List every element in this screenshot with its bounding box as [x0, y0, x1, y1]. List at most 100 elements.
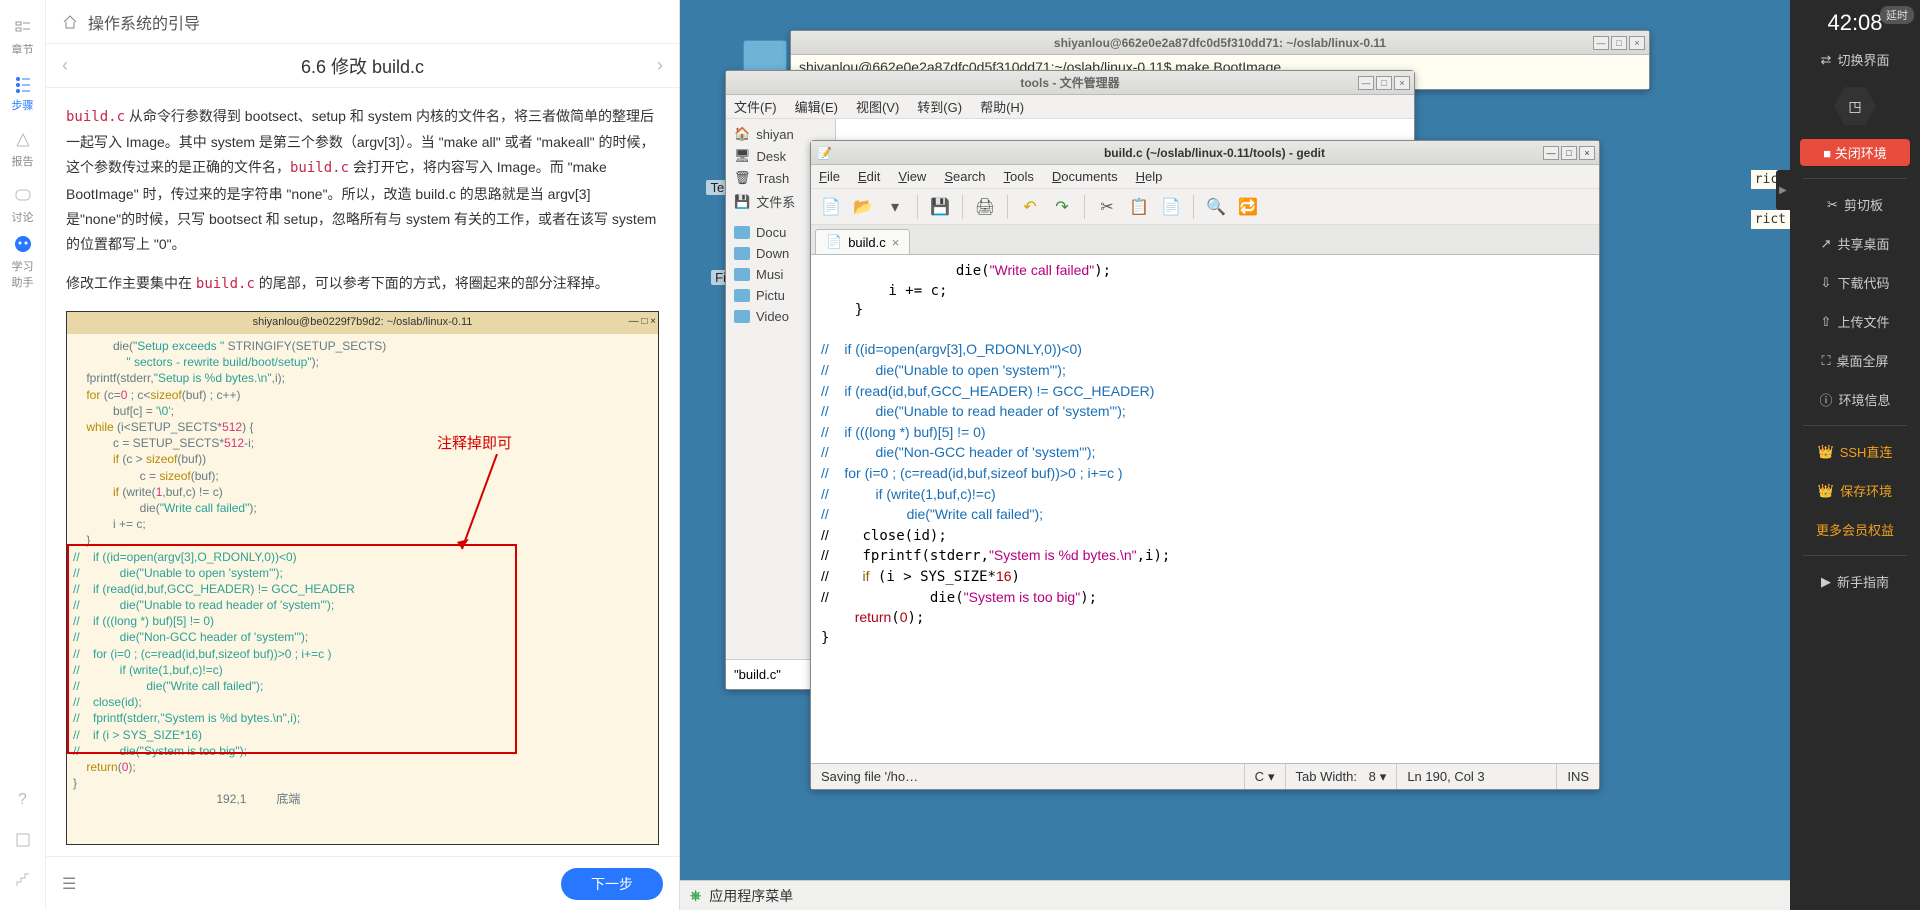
max-icon[interactable]: □: [1561, 146, 1577, 160]
share-button[interactable]: ↗ 共享桌面: [1790, 224, 1920, 263]
gedit-window[interactable]: 📝 build.c (~/oslab/linux-0.11/tools) - g…: [810, 140, 1600, 790]
close-icon[interactable]: ×: [1394, 76, 1410, 90]
more-vip[interactable]: 更多会员权益: [1790, 510, 1920, 549]
doc-para2: 修改工作主要集中在 build.c 的尾部，可以参考下面的方式，将圈起来的部分注…: [66, 271, 659, 297]
max-icon[interactable]: □: [1611, 36, 1627, 50]
replace-icon[interactable]: 🔁: [1234, 193, 1262, 221]
menu-help[interactable]: 帮助(H): [980, 97, 1024, 116]
code-screenshot: shiyanlou@be0229f7b9d2: ~/oslab/linux-0.…: [66, 311, 659, 845]
close-env-button[interactable]: ■ 关闭环境: [1800, 139, 1910, 166]
cut-icon[interactable]: ✂: [1093, 193, 1121, 221]
gedit-menubar: File Edit View Search Tools Documents He…: [811, 165, 1599, 189]
taskbar[interactable]: ⎈ 应用程序菜单: [680, 880, 1790, 910]
nav-chapter[interactable]: 章节: [0, 10, 46, 66]
prev-section[interactable]: ‹: [62, 55, 68, 76]
gedit-tabbar: 📄 build.c ×: [811, 225, 1599, 255]
status-lang[interactable]: C ▾: [1245, 764, 1286, 789]
switch-view[interactable]: ⇄ 切换界面: [1790, 40, 1920, 79]
nav-label: 章节: [12, 41, 34, 57]
download-button[interactable]: ⇩ 下载代码: [1790, 263, 1920, 302]
code-inline: build.c: [66, 109, 125, 125]
timer: 42:08: [1827, 10, 1882, 36]
discuss-icon: [14, 187, 32, 205]
ssh-button[interactable]: 👑 SSH直连: [1790, 432, 1920, 471]
home-icon[interactable]: [62, 14, 78, 30]
annotation-box: [67, 544, 517, 754]
min-icon[interactable]: —: [1358, 76, 1374, 90]
menu-documents[interactable]: Documents: [1052, 169, 1118, 184]
undo-icon[interactable]: ↶: [1016, 193, 1044, 221]
terminal-titlebar[interactable]: shiyanlou@662e0e2a87dfc0d5f310dd71: ~/os…: [791, 31, 1649, 55]
print-icon[interactable]: 🖨: [971, 193, 999, 221]
menu-file[interactable]: File: [819, 169, 840, 184]
steps-icon: [14, 75, 32, 93]
code-titlebar: shiyanlou@be0229f7b9d2: ~/oslab/linux-0.…: [67, 312, 658, 334]
nav-report[interactable]: 报告: [0, 122, 46, 178]
editor-tab[interactable]: 📄 build.c ×: [815, 229, 910, 254]
gedit-title: build.c (~/oslab/linux-0.11/tools) - ged…: [836, 146, 1593, 160]
chevron-down-icon[interactable]: ▾: [881, 193, 909, 221]
tab-close-icon[interactable]: ×: [892, 235, 900, 250]
menu-help[interactable]: Help: [1136, 169, 1163, 184]
min-icon[interactable]: —: [1543, 146, 1559, 160]
clipboard-button[interactable]: ✂ 剪切板: [1790, 185, 1920, 224]
nav-label: 步骤: [12, 97, 34, 113]
close-icon[interactable]: ×: [1629, 36, 1645, 50]
envinfo-button[interactable]: ⓘ 环境信息: [1790, 380, 1920, 419]
report-icon: [14, 131, 32, 149]
doc-para1: build.c 从命令行参数得到 bootsect、setup 和 system…: [66, 104, 659, 257]
menu-view[interactable]: View: [898, 169, 926, 184]
app-menu-icon[interactable]: ⎈: [690, 887, 701, 904]
copy-icon[interactable]: 📋: [1125, 193, 1153, 221]
menu-view[interactable]: 视图(V): [856, 97, 899, 116]
annotation-text: 注释掉即可: [437, 434, 512, 454]
status-position: Ln 190, Col 3: [1397, 764, 1557, 789]
menu-edit[interactable]: Edit: [858, 169, 880, 184]
next-button[interactable]: 下一步: [561, 868, 663, 900]
save-env-button[interactable]: 👑 保存环境: [1790, 471, 1920, 510]
save-icon[interactable]: [0, 820, 46, 860]
toc-icon[interactable]: ☰: [62, 874, 76, 894]
nav-steps[interactable]: 步骤: [0, 66, 46, 122]
fm-titlebar[interactable]: tools - 文件管理器—□×: [726, 71, 1414, 95]
left-nav: 章节 步骤 报告 讨论 学习 助手 ?: [0, 0, 46, 910]
nav-label: 讨论: [12, 209, 34, 225]
menu-tools[interactable]: Tools: [1004, 169, 1034, 184]
next-section[interactable]: ›: [657, 55, 663, 76]
menu-file[interactable]: 文件(F): [734, 97, 777, 116]
upload-button[interactable]: ⇧ 上传文件: [1790, 302, 1920, 341]
term-text-fragment: rict: [1751, 210, 1790, 229]
min-icon[interactable]: —: [1593, 36, 1609, 50]
menu-search[interactable]: Search: [944, 169, 985, 184]
guide-button[interactable]: ▶ 新手指南: [1790, 562, 1920, 601]
fm-menubar: 文件(F) 编辑(E) 视图(V) 转到(G) 帮助(H): [726, 95, 1414, 119]
new-icon[interactable]: 📄: [817, 193, 845, 221]
section-header: ‹ 6.6 修改 build.c ›: [46, 44, 679, 88]
save-icon[interactable]: 💾: [926, 193, 954, 221]
paste-icon[interactable]: 📄: [1157, 193, 1185, 221]
find-icon[interactable]: 🔍: [1202, 193, 1230, 221]
status-tabwidth[interactable]: Tab Width: 8 ▾: [1286, 764, 1398, 789]
max-icon[interactable]: □: [1376, 76, 1392, 90]
menu-goto[interactable]: 转到(G): [917, 97, 962, 116]
close-icon[interactable]: ×: [1579, 146, 1595, 160]
stats-icon[interactable]: [0, 860, 46, 900]
editor-area[interactable]: die("Write call failed"); i += c; } // i…: [811, 255, 1599, 763]
nav-discuss[interactable]: 讨论: [0, 178, 46, 234]
gedit-app-icon: 📝: [817, 146, 832, 160]
delay-badge: 延时: [1880, 6, 1914, 24]
terminal-title: shiyanlou@662e0e2a87dfc0d5f310dd71: ~/os…: [797, 36, 1643, 50]
nav-assistant[interactable]: 学习 助手: [0, 234, 46, 290]
menu-edit[interactable]: 编辑(E): [795, 97, 838, 116]
app-menu-label[interactable]: 应用程序菜单: [709, 886, 793, 906]
code-win-buttons: — □ ×: [629, 313, 656, 331]
open-icon[interactable]: 📂: [849, 193, 877, 221]
gedit-titlebar[interactable]: 📝 build.c (~/oslab/linux-0.11/tools) - g…: [811, 141, 1599, 165]
logo-icon: ◳: [1834, 85, 1876, 127]
nav-bottom: ?: [0, 780, 46, 910]
fullscreen-button[interactable]: ⛶ 桌面全屏: [1790, 341, 1920, 380]
collapse-icon[interactable]: ▶: [1776, 170, 1790, 210]
help-icon[interactable]: ?: [0, 780, 46, 820]
gedit-toolbar: 📄 📂 ▾ 💾 🖨 ↶ ↷ ✂ 📋 📄 🔍 🔁: [811, 189, 1599, 225]
redo-icon[interactable]: ↷: [1048, 193, 1076, 221]
